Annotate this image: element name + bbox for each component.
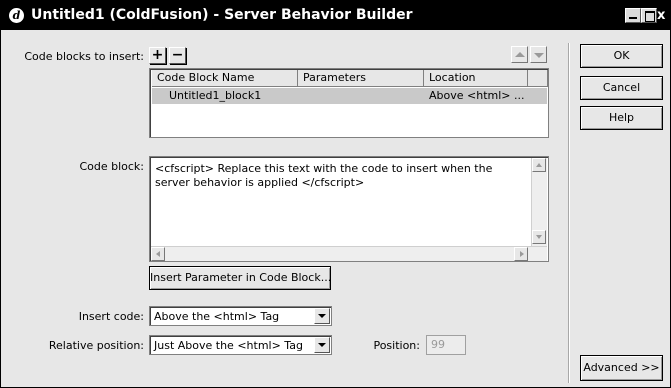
maximize-button[interactable] [641,8,657,23]
up-arrow-icon [515,52,525,57]
scroll-left-button[interactable] [151,247,165,261]
vertical-scrollbar[interactable] [531,158,547,246]
close-button[interactable]: x [657,8,670,23]
ok-button[interactable]: OK [580,44,663,68]
divider [568,43,570,383]
insert-code-value: Above the <html> Tag [154,310,280,323]
add-code-block-button[interactable]: + [149,47,166,64]
position-input[interactable]: 99 [426,335,466,355]
scroll-left-icon [156,251,160,257]
position-label: Position: [373,339,420,352]
code-block-textarea[interactable]: <cfscript> Replace this text with the co… [149,156,549,262]
cell-block-name: Untitled1_block1 [169,89,262,102]
code-blocks-label: Code blocks to insert: [24,50,144,63]
column-header-location[interactable]: Location [424,70,528,87]
relative-position-select[interactable]: Just Above the <html> Tag [149,335,332,355]
scroll-right-button[interactable] [514,247,528,261]
scroll-down-icon [536,235,542,239]
relative-position-value: Just Above the <html> Tag [154,339,303,352]
scroll-down-button[interactable] [532,230,546,244]
relative-position-label: Relative position: [48,339,144,352]
code-block-text: <cfscript> Replace this text with the co… [155,162,493,189]
horizontal-scrollbar[interactable] [151,246,547,261]
scroll-right-icon [520,251,524,257]
move-block-up-button[interactable] [511,46,528,63]
code-blocks-table[interactable]: Code Block Name Parameters Location Unti… [149,68,549,138]
title-bar[interactable]: d Untitled1 (ColdFusion) - Server Behavi… [1,1,670,30]
server-behavior-builder-dialog: d Untitled1 (ColdFusion) - Server Behavi… [0,0,671,388]
insert-code-label: Insert code: [78,310,144,323]
insert-code-select[interactable]: Above the <html> Tag [149,306,332,326]
move-block-down-button[interactable] [530,46,547,63]
column-header-code-block-name[interactable]: Code Block Name [152,70,298,87]
chevron-down-icon[interactable] [314,337,330,353]
scroll-up-icon [536,163,542,167]
chevron-down-icon[interactable] [314,308,330,324]
scroll-up-button[interactable] [532,158,546,172]
column-header-parameters[interactable]: Parameters [298,70,424,87]
dreamweaver-app-icon: d [9,8,24,23]
cancel-button[interactable]: Cancel [580,76,663,100]
insert-parameter-button[interactable]: Insert Parameter in Code Block... [149,266,331,290]
window-title: Untitled1 (ColdFusion) - Server Behavior… [31,7,413,23]
advanced-button[interactable]: Advanced >> [580,355,663,381]
cell-location: Above <html> ... [429,89,525,102]
remove-code-block-button[interactable]: − [169,47,186,64]
help-button[interactable]: Help [580,106,663,130]
column-header-filler [528,70,548,87]
code-block-label: Code block: [79,160,144,173]
down-arrow-icon [534,53,544,58]
minimize-button[interactable] [625,8,641,23]
